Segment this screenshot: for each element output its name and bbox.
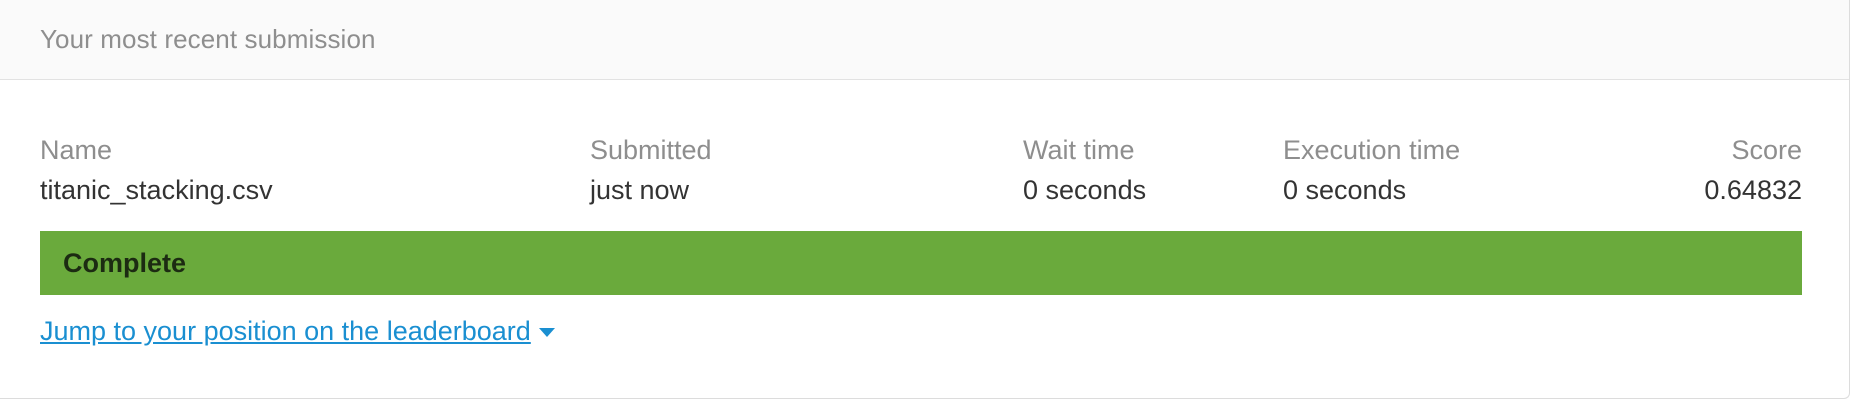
file-name: titanic_stacking.csv <box>40 175 273 205</box>
score-value: 0.64832 <box>1704 175 1802 205</box>
card-title: Your most recent submission <box>40 24 376 54</box>
card-header: Your most recent submission <box>0 0 1849 80</box>
leaderboard-link-label: Jump to your position on the leaderboard <box>40 316 531 346</box>
score-label: Score <box>1731 135 1802 165</box>
status-bar: Complete <box>40 231 1802 295</box>
leaderboard-link[interactable]: Jump to your position on the leaderboard <box>40 311 555 351</box>
execution-time-value: 0 seconds <box>1283 175 1407 205</box>
submitted-value: just now <box>590 175 690 205</box>
submission-details: Name titanic_stacking.csv Submitted just… <box>40 130 1802 210</box>
wait-time-value: 0 seconds <box>1023 175 1147 205</box>
name-label: Name <box>40 135 113 165</box>
caret-down-icon <box>538 327 555 337</box>
submission-card: Your most recent submission Name titanic… <box>0 0 1850 399</box>
submitted-label: Submitted <box>590 135 712 165</box>
status-label: Complete <box>63 247 187 278</box>
score-column: Score 0.64832 <box>1704 130 1802 210</box>
execution-time-column: Execution time 0 seconds <box>1283 130 1460 210</box>
name-column: Name titanic_stacking.csv <box>40 130 273 210</box>
wait-time-label: Wait time <box>1023 135 1135 165</box>
execution-time-label: Execution time <box>1283 135 1461 165</box>
wait-time-column: Wait time 0 seconds <box>1023 130 1146 210</box>
submitted-column: Submitted just now <box>590 130 712 210</box>
